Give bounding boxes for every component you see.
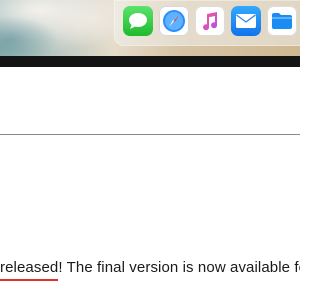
misspelled-word[interactable]: released — [0, 258, 59, 281]
files-icon[interactable] — [267, 6, 297, 36]
document-text-line[interactable]: released! The final version is now avail… — [0, 258, 300, 281]
mail-icon[interactable] — [231, 6, 261, 36]
screen: released! The final version is now avail… — [0, 0, 300, 300]
window-toolbar — [0, 56, 300, 67]
messages-icon[interactable] — [123, 6, 153, 36]
safari-icon[interactable] — [159, 6, 189, 36]
spellcheck-underline — [0, 279, 59, 281]
music-icon[interactable] — [195, 6, 225, 36]
divider — [0, 134, 300, 135]
document-text-rest: ! The final version is now available for… — [58, 259, 300, 276]
dock — [114, 0, 300, 46]
misspelled-word-text: released — [0, 259, 59, 276]
